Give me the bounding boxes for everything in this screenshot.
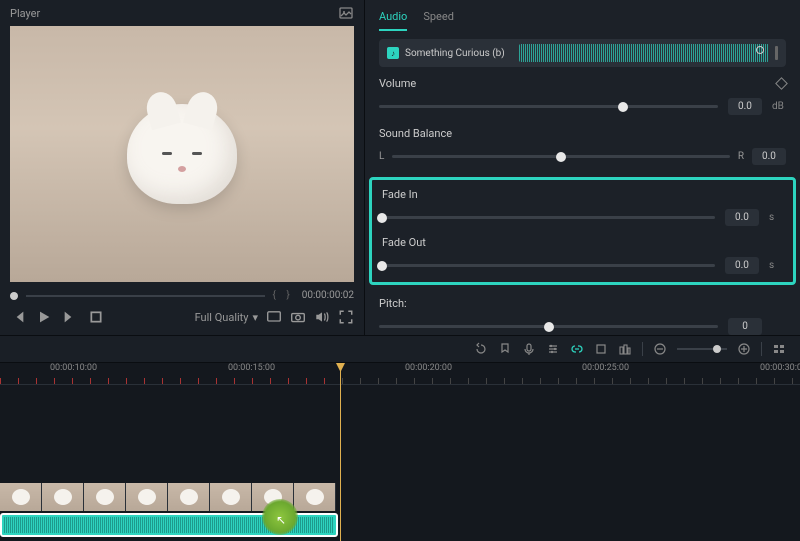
clip-marker[interactable]	[756, 46, 764, 54]
play-icon[interactable]	[36, 309, 52, 325]
ruler-tick: 00:00:20:00	[405, 363, 452, 373]
next-frame-icon[interactable]	[62, 309, 78, 325]
balance-value[interactable]: 0.0	[752, 148, 786, 165]
clip-name: Something Curious (b)	[405, 48, 505, 59]
fade-out-unit: s	[769, 260, 783, 271]
fade-in-unit: s	[769, 212, 783, 223]
balance-label: Sound Balance	[379, 127, 452, 140]
video-thumbnail	[252, 483, 294, 511]
video-thumbnail	[42, 483, 84, 511]
preview-viewport[interactable]	[10, 26, 354, 282]
link-icon[interactable]	[570, 342, 584, 356]
timeline-toolbar	[0, 335, 800, 363]
fade-out-label: Fade Out	[382, 236, 426, 249]
fullscreen-icon[interactable]	[338, 309, 354, 325]
player-title: Player	[10, 7, 40, 20]
balance-slider[interactable]	[392, 155, 729, 158]
timecode: 00:00:00:02	[302, 290, 354, 301]
balance-left-label: L	[379, 151, 384, 162]
quality-selector[interactable]: Full Quality▾	[195, 311, 258, 324]
pitch-slider[interactable]	[379, 325, 718, 328]
scrub-handle[interactable]	[10, 292, 18, 300]
video-thumbnail	[210, 483, 252, 511]
clip-waveform	[519, 44, 769, 62]
volume-label: Volume	[379, 77, 416, 90]
audio-clip-display: ♪ Something Curious (b)	[379, 39, 786, 67]
ruler-tick: 00:00:15:00	[228, 363, 275, 373]
timeline[interactable]: 00:00:10:00 00:00:15:00 00:00:20:00 00:0…	[0, 363, 800, 541]
properties-panel: Audio Speed ♪ Something Curious (b) Volu…	[365, 0, 800, 335]
mic-icon[interactable]	[522, 342, 536, 356]
ruler-tick: 00:00:10:00	[50, 363, 97, 373]
zoom-in-icon[interactable]	[737, 342, 751, 356]
adjust-icon[interactable]	[546, 342, 560, 356]
marker-icon[interactable]	[498, 342, 512, 356]
layout-icon[interactable]	[772, 342, 786, 356]
ruler-tick: 00:00:30:00	[760, 363, 800, 373]
ruler-tick: 00:00:25:00	[582, 363, 629, 373]
display-icon[interactable]	[266, 309, 282, 325]
tab-speed[interactable]: Speed	[423, 10, 454, 31]
clip-end-handle[interactable]	[775, 46, 778, 60]
audio-track[interactable]	[0, 513, 338, 537]
snapshot-icon[interactable]	[338, 5, 354, 21]
video-thumbnail	[84, 483, 126, 511]
video-thumbnail	[0, 483, 42, 511]
player-panel: Player { } 00:00:0	[0, 0, 365, 335]
volume-slider[interactable]	[379, 105, 718, 108]
fade-in-slider[interactable]	[382, 216, 715, 219]
prev-frame-icon[interactable]	[10, 309, 26, 325]
volume-icon[interactable]	[314, 309, 330, 325]
video-thumbnail	[126, 483, 168, 511]
video-thumbnail	[168, 483, 210, 511]
marker-brackets[interactable]: { }	[273, 290, 294, 301]
mixer-icon[interactable]	[618, 342, 632, 356]
zoom-out-icon[interactable]	[653, 342, 667, 356]
undo-icon[interactable]	[474, 342, 488, 356]
video-thumbnail	[294, 483, 336, 511]
video-track[interactable]	[0, 483, 338, 511]
playhead[interactable]	[340, 363, 341, 541]
pitch-label: Pitch:	[379, 297, 407, 310]
camera-icon[interactable]	[290, 309, 306, 325]
fade-in-label: Fade In	[382, 188, 418, 201]
volume-value[interactable]: 0.0	[728, 98, 762, 115]
chevron-down-icon: ▾	[252, 311, 258, 324]
balance-right-label: R	[738, 151, 744, 162]
tab-audio[interactable]: Audio	[379, 10, 407, 31]
scrub-track[interactable]	[26, 295, 265, 297]
fade-out-slider[interactable]	[382, 264, 715, 267]
volume-unit: dB	[772, 101, 786, 112]
fade-in-value[interactable]: 0.0	[725, 209, 759, 226]
crop-icon[interactable]	[594, 342, 608, 356]
music-note-icon: ♪	[387, 47, 399, 59]
timeline-ruler[interactable]: 00:00:10:00 00:00:15:00 00:00:20:00 00:0…	[0, 363, 800, 385]
fade-highlight: Fade In 0.0 s Fade Out 0.0 s	[369, 177, 796, 285]
keyframe-icon[interactable]	[775, 77, 788, 90]
zoom-slider[interactable]	[677, 348, 727, 350]
stop-icon[interactable]	[88, 309, 104, 325]
fade-out-value[interactable]: 0.0	[725, 257, 759, 274]
pitch-value[interactable]: 0	[728, 318, 762, 335]
